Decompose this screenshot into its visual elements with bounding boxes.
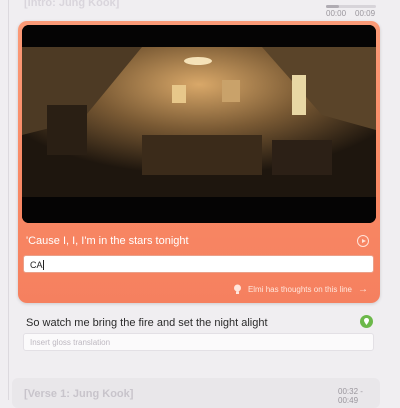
next-lyric-line: So watch me bring the fire and set the n… xyxy=(26,317,268,329)
verse-section-label: [Verse 1: Jung Kook] xyxy=(24,388,134,400)
text-caret xyxy=(42,260,44,270)
intro-progress-fill xyxy=(326,5,339,8)
video-player[interactable] xyxy=(22,25,376,223)
sidebar-divider xyxy=(8,0,9,400)
gloss-input-value: CA xyxy=(30,260,43,270)
intro-time-end: 00:09 xyxy=(355,9,376,18)
intro-progress-bar[interactable] xyxy=(326,5,376,8)
next-line-card[interactable]: So watch me bring the fire and set the n… xyxy=(18,306,380,356)
play-line-icon[interactable] xyxy=(357,235,369,247)
arrow-right-icon: → xyxy=(358,284,368,295)
music-video-frame xyxy=(22,25,376,223)
current-lyric-line: 'Cause I, I, I'm in the stars tonight xyxy=(26,235,189,247)
verse-section-card[interactable]: [Verse 1: Jung Kook] 00:32 - 00:49 xyxy=(12,378,380,408)
intro-time-start: 00:00 xyxy=(326,9,347,18)
active-line-card[interactable]: 'Cause I, I, I'm in the stars tonight CA… xyxy=(18,21,380,303)
next-gloss-input[interactable]: Insert gloss translation xyxy=(23,333,374,351)
gloss-translation-input[interactable]: CA xyxy=(23,255,374,273)
verse-time-range: 00:32 - 00:49 xyxy=(338,387,363,405)
intro-section-label: [Intro: Jung Kook] xyxy=(24,0,120,9)
pin-icon[interactable] xyxy=(360,315,373,328)
elmi-thoughts-label: Elmi has thoughts on this line xyxy=(247,285,352,294)
lightbulb-icon xyxy=(233,284,241,294)
elmi-thoughts-link[interactable]: Elmi has thoughts on this line → xyxy=(233,284,368,295)
